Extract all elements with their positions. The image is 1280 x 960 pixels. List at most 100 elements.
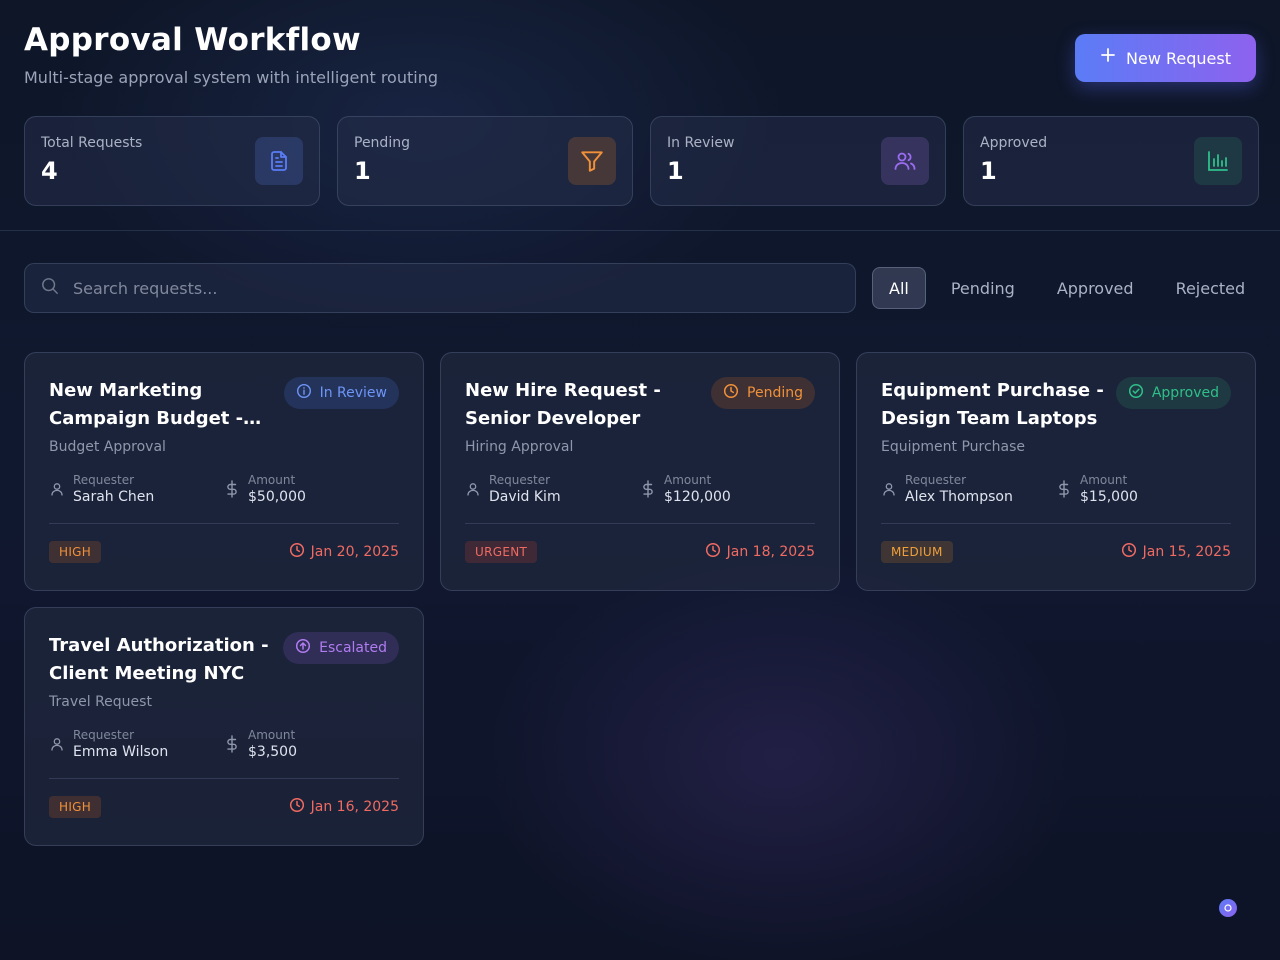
request-meta: Requester Sarah Chen Amount $50,000 xyxy=(49,473,399,505)
request-card[interactable]: Equipment Purchase - Design Team Laptops… xyxy=(856,352,1256,591)
request-meta: Requester Emma Wilson Amount $3,500 xyxy=(49,728,399,760)
requester-label: Requester xyxy=(905,473,967,487)
dollar-icon xyxy=(1056,480,1080,498)
stat-card-pending: Pending 1 xyxy=(337,116,633,206)
priority-badge: HIGH xyxy=(49,541,102,563)
amount-label: Amount xyxy=(1080,473,1128,487)
amount-field: Amount $50,000 xyxy=(224,473,399,505)
requester-field: Requester Alex Thompson xyxy=(881,473,1056,505)
clock-icon xyxy=(723,383,739,403)
priority-badge: MEDIUM xyxy=(881,541,953,563)
requester-label: Requester xyxy=(73,473,135,487)
clock-icon xyxy=(289,542,305,562)
status-label: Pending xyxy=(747,385,803,401)
request-category: Equipment Purchase xyxy=(881,439,1026,455)
request-date: Jan 18, 2025 xyxy=(705,542,815,562)
search-icon xyxy=(41,277,59,299)
requester-name: Emma Wilson xyxy=(73,744,169,760)
filter-tab-approved[interactable]: Approved xyxy=(1040,267,1151,309)
filter-tab-pending[interactable]: Pending xyxy=(934,267,1032,309)
info-icon xyxy=(296,383,312,403)
status-label: Approved xyxy=(1151,385,1219,401)
card-divider xyxy=(49,523,399,524)
users-icon xyxy=(881,137,929,185)
filter-tab-all[interactable]: All xyxy=(872,267,926,309)
user-icon xyxy=(49,736,73,752)
status-badge: In Review xyxy=(283,377,399,409)
page-header: Approval Workflow Multi-stage approval s… xyxy=(24,22,438,87)
amount-value: $3,500 xyxy=(248,744,297,760)
search-input[interactable] xyxy=(73,278,833,298)
stat-card-approved: Approved 1 xyxy=(963,116,1259,206)
request-meta: Requester Alex Thompson Amount $15,000 xyxy=(881,473,1231,505)
request-date: Jan 20, 2025 xyxy=(289,542,399,562)
status-badge: Approved xyxy=(1115,377,1231,409)
status-label: In Review xyxy=(319,385,387,401)
request-card[interactable]: New Marketing Campaign Budget - Q... Bud… xyxy=(24,352,424,591)
date-label: Jan 18, 2025 xyxy=(726,544,815,560)
section-divider xyxy=(0,230,1280,231)
request-title: Equipment Purchase - Design Team Laptops xyxy=(881,380,1104,429)
filter-tab-rejected[interactable]: Rejected xyxy=(1159,267,1263,309)
user-icon xyxy=(465,481,489,497)
clock-icon xyxy=(705,542,721,562)
plus-icon xyxy=(1100,46,1116,68)
requester-field: Requester David Kim xyxy=(465,473,640,505)
request-title: New Marketing Campaign Budget - Q... xyxy=(49,380,244,429)
page-subtitle: Multi-stage approval system with intelli… xyxy=(24,68,438,87)
request-date: Jan 15, 2025 xyxy=(1121,542,1231,562)
priority-badge: HIGH xyxy=(49,796,102,818)
dollar-icon xyxy=(224,735,248,753)
request-category: Travel Request xyxy=(49,694,152,710)
status-badge: Escalated xyxy=(283,632,399,664)
amount-value: $50,000 xyxy=(248,489,306,505)
check-circle-icon xyxy=(1128,383,1144,403)
page-title: Approval Workflow xyxy=(24,22,361,58)
filter-icon xyxy=(568,137,616,185)
request-category: Budget Approval xyxy=(49,439,166,455)
request-meta: Requester David Kim Amount $120,000 xyxy=(465,473,815,505)
user-icon xyxy=(881,481,905,497)
date-label: Jan 20, 2025 xyxy=(310,544,399,560)
amount-value: $120,000 xyxy=(664,489,731,505)
search-bar[interactable] xyxy=(24,263,856,313)
status-filter-tabs: All Pending Approved Rejected xyxy=(872,267,1262,309)
status-label: Escalated xyxy=(319,640,387,656)
amount-label: Amount xyxy=(664,473,712,487)
status-badge: Pending xyxy=(711,377,815,409)
requester-name: Alex Thompson xyxy=(905,489,1013,505)
new-request-button[interactable]: New Request xyxy=(1075,34,1256,82)
requester-name: Sarah Chen xyxy=(73,489,155,505)
request-date: Jan 16, 2025 xyxy=(289,797,399,817)
priority-badge: URGENT xyxy=(465,541,538,563)
amount-value: $15,000 xyxy=(1080,489,1138,505)
user-icon xyxy=(49,481,73,497)
requester-label: Requester xyxy=(489,473,551,487)
date-label: Jan 15, 2025 xyxy=(1142,544,1231,560)
assistant-launcher-icon[interactable] xyxy=(1219,899,1237,917)
stat-card-total: Total Requests 4 xyxy=(24,116,320,206)
requester-label: Requester xyxy=(73,728,135,742)
amount-field: Amount $15,000 xyxy=(1056,473,1231,505)
request-title: New Hire Request - Senior Developer xyxy=(465,380,661,429)
stats-row: Total Requests 4 Pending 1 In Review 1 A… xyxy=(24,116,1259,206)
stat-card-in-review: In Review 1 xyxy=(650,116,946,206)
amount-label: Amount xyxy=(248,473,296,487)
request-category: Hiring Approval xyxy=(465,439,574,455)
requester-name: David Kim xyxy=(489,489,561,505)
document-icon xyxy=(255,137,303,185)
requester-field: Requester Emma Wilson xyxy=(49,728,224,760)
dollar-icon xyxy=(640,480,664,498)
request-card[interactable]: Travel Authorization - Client Meeting NY… xyxy=(24,607,424,846)
request-card[interactable]: New Hire Request - Senior Developer Hiri… xyxy=(440,352,840,591)
card-divider xyxy=(881,523,1231,524)
arrow-up-circle-icon xyxy=(295,638,311,658)
bar-chart-icon xyxy=(1194,137,1242,185)
amount-field: Amount $3,500 xyxy=(224,728,399,760)
card-divider xyxy=(49,778,399,779)
clock-icon xyxy=(1121,542,1137,562)
clock-icon xyxy=(289,797,305,817)
request-title: Travel Authorization - Client Meeting NY… xyxy=(49,635,269,684)
amount-label: Amount xyxy=(248,728,296,742)
requester-field: Requester Sarah Chen xyxy=(49,473,224,505)
